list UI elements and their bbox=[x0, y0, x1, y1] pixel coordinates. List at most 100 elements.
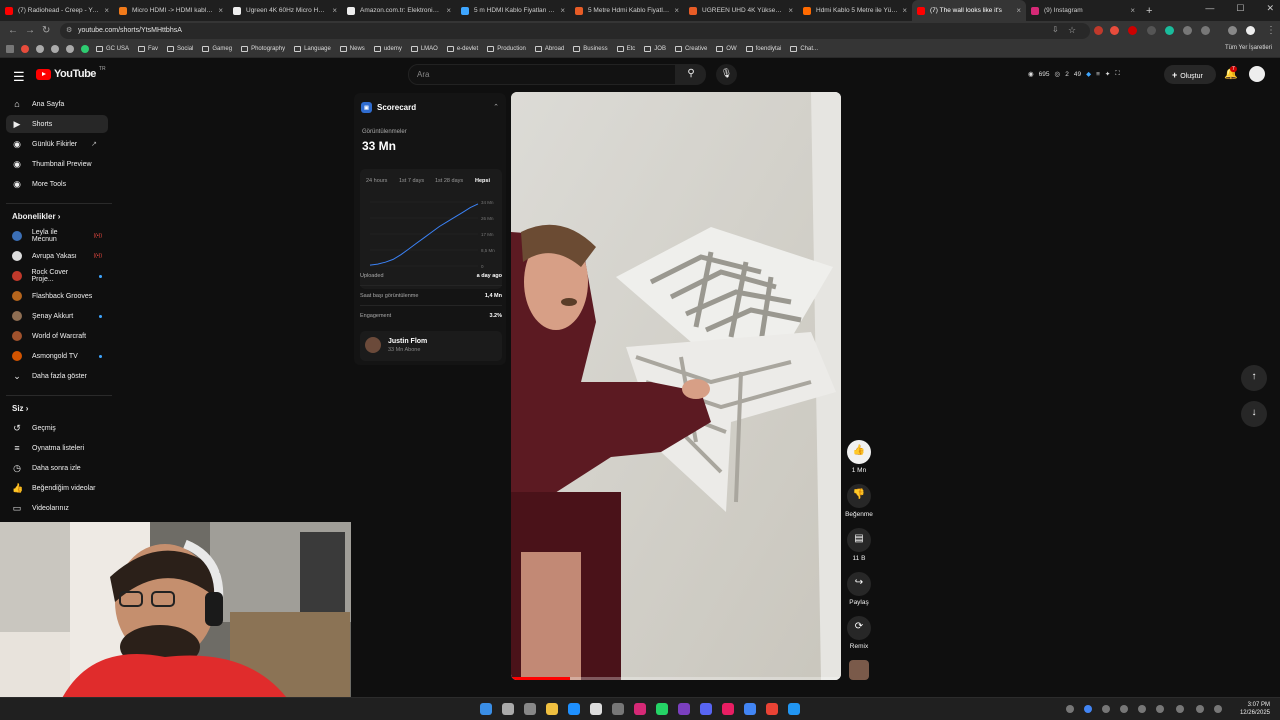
search-taskbar-icon[interactable] bbox=[502, 703, 514, 715]
bookmark-icon[interactable] bbox=[66, 45, 74, 53]
bookmark-item[interactable]: Gameg bbox=[202, 46, 232, 52]
bookmark-item[interactable]: Fav bbox=[138, 46, 158, 52]
subscriptions-heading[interactable]: Abonelikler › bbox=[12, 212, 60, 221]
avatar[interactable] bbox=[1249, 66, 1265, 82]
bookmark-item[interactable]: Language bbox=[294, 46, 331, 52]
close-tab-icon[interactable]: × bbox=[1130, 6, 1135, 15]
create-button[interactable]: + Oluştur bbox=[1164, 65, 1216, 84]
remix-button[interactable]: ⟳ Remix bbox=[847, 616, 871, 650]
search-input[interactable]: Ara bbox=[408, 64, 676, 85]
bookmark-item[interactable]: Abroad bbox=[534, 46, 564, 52]
hamburger-menu-icon[interactable]: ☰ bbox=[13, 69, 25, 85]
app-icon[interactable] bbox=[590, 703, 602, 715]
sidebar-item[interactable]: ⌂ Ana Sayfa bbox=[6, 95, 108, 113]
volume-icon[interactable] bbox=[1214, 705, 1222, 713]
browser-tab[interactable]: Amazon.com.tr: Elektronik, bilgisayar × bbox=[342, 0, 456, 21]
bookmark-item[interactable]: Business bbox=[573, 46, 608, 52]
sidebar-toggle-icon[interactable] bbox=[1228, 26, 1237, 35]
tools-icon[interactable]: ✦ bbox=[1105, 70, 1110, 78]
close-tab-icon[interactable]: × bbox=[902, 6, 907, 15]
close-tab-icon[interactable]: × bbox=[332, 6, 337, 15]
extension-stats[interactable]: ◉ 695 ◎ 2 49 ◆ ≡ ✦ ⛶ bbox=[1028, 70, 1120, 78]
tray-icon[interactable] bbox=[1156, 705, 1164, 713]
apps-icon[interactable] bbox=[6, 45, 14, 53]
bookmark-item[interactable]: Chat... bbox=[790, 46, 818, 52]
sidebar-item[interactable]: ↺ Geçmiş bbox=[6, 419, 108, 437]
video-progress-bar[interactable] bbox=[511, 677, 841, 680]
range-tab[interactable]: 1st 7 days bbox=[399, 178, 424, 184]
onenote-icon[interactable] bbox=[678, 703, 690, 715]
file-explorer-icon[interactable] bbox=[546, 703, 558, 715]
extension-icon[interactable] bbox=[1147, 26, 1156, 35]
bookmark-item[interactable]: Creative bbox=[674, 46, 707, 52]
browser-menu-icon[interactable]: ⋮ bbox=[1266, 25, 1276, 36]
install-icon[interactable]: ⇩ bbox=[1052, 25, 1059, 34]
bookmark-item[interactable]: JOB bbox=[644, 46, 666, 52]
search-icon[interactable]: ⚲ bbox=[676, 64, 706, 85]
youtube-logo[interactable]: YouTube TR bbox=[36, 66, 106, 80]
sidebar-item[interactable]: Asmongold TV bbox=[6, 347, 108, 365]
browser-tab[interactable]: UGREEN UHD 4K Yüksek Hızlı × bbox=[684, 0, 798, 21]
previous-short-arrow-icon[interactable]: ↑ bbox=[1241, 365, 1267, 391]
tray-icon[interactable] bbox=[1176, 705, 1184, 713]
whatsapp-icon[interactable] bbox=[656, 703, 668, 715]
profile-avatar-icon[interactable] bbox=[1246, 26, 1255, 35]
back-icon[interactable]: ← bbox=[8, 25, 18, 36]
bookmark-item[interactable]: e-devlet bbox=[446, 46, 478, 52]
minimize-icon[interactable]: — bbox=[1205, 3, 1214, 14]
bookmark-star-icon[interactable]: ☆ bbox=[1068, 25, 1076, 36]
chrome-icon[interactable] bbox=[744, 703, 756, 715]
app-icon[interactable] bbox=[788, 703, 800, 715]
close-tab-icon[interactable]: × bbox=[560, 6, 565, 15]
next-short-arrow-icon[interactable]: ↓ bbox=[1241, 401, 1267, 427]
sidebar-item[interactable]: ⌄ Daha fazla göster bbox=[6, 367, 108, 385]
browser-tab[interactable]: Ugreen 4K 60Hz Micro HDMI × bbox=[228, 0, 342, 21]
sidebar-item[interactable]: ▶ Shorts bbox=[6, 115, 108, 133]
share-button[interactable]: ↪ Paylaş bbox=[847, 572, 871, 606]
short-video-player[interactable] bbox=[511, 92, 841, 680]
task-view-icon[interactable] bbox=[524, 703, 536, 715]
list-icon[interactable]: ≡ bbox=[1096, 71, 1100, 78]
new-tab-button[interactable]: + bbox=[1146, 5, 1152, 17]
range-tab[interactable]: 24 hours bbox=[366, 178, 387, 184]
microphone-icon[interactable]: 🎙 bbox=[716, 64, 737, 85]
instagram-icon[interactable] bbox=[634, 703, 646, 715]
close-tab-icon[interactable]: × bbox=[104, 6, 109, 15]
sidebar-item[interactable]: ≡ Oynatma listeleri bbox=[6, 439, 108, 457]
forward-icon[interactable]: → bbox=[25, 25, 35, 36]
browser-tab[interactable]: 5 m HDMI Kablo Fiyatları | Epey× bbox=[456, 0, 570, 21]
site-info-icon[interactable]: ⚙ bbox=[66, 26, 72, 34]
bookmark-item[interactable]: GC USA bbox=[96, 46, 129, 52]
discord-icon[interactable] bbox=[700, 703, 712, 715]
tray-icon[interactable] bbox=[1102, 705, 1110, 713]
close-tab-icon[interactable]: × bbox=[446, 6, 451, 15]
like-button[interactable]: 👍 1 Mn bbox=[847, 440, 871, 474]
extensions-puzzle-icon[interactable] bbox=[1201, 26, 1210, 35]
sidebar-item[interactable]: Avrupa Yakası ((•)) bbox=[6, 247, 108, 265]
bookmark-icon[interactable] bbox=[81, 45, 89, 53]
close-tab-icon[interactable]: × bbox=[788, 6, 793, 15]
network-icon[interactable] bbox=[1196, 705, 1204, 713]
sound-thumbnail[interactable] bbox=[849, 660, 869, 680]
bookmark-icon[interactable] bbox=[21, 45, 29, 53]
browser-tab[interactable]: (7) Radiohead - Creep - YouTube × bbox=[0, 0, 114, 21]
sidebar-item[interactable]: ◉ Günlük Fikirler ↗ bbox=[6, 135, 108, 153]
bookmark-item[interactable]: News bbox=[339, 46, 365, 52]
all-bookmarks-folder[interactable]: Tüm Yer İşaretleri bbox=[1225, 45, 1272, 51]
maximize-icon[interactable]: ☐ bbox=[1236, 3, 1244, 14]
bookmark-item[interactable]: foendiytai bbox=[745, 46, 781, 52]
creator-card[interactable]: Justin Flom 33 Mn Abone bbox=[360, 331, 502, 361]
bookmark-item[interactable]: udemy bbox=[373, 46, 402, 52]
store-icon[interactable] bbox=[568, 703, 580, 715]
sidebar-item[interactable]: ◉ Thumbnail Preview bbox=[6, 155, 108, 173]
extension-icon[interactable] bbox=[1165, 26, 1174, 35]
sidebar-item[interactable]: Rock Cover Proje... bbox=[6, 267, 108, 285]
tray-chevron-icon[interactable] bbox=[1066, 705, 1074, 713]
close-tab-icon[interactable]: × bbox=[1016, 6, 1021, 15]
app-icon[interactable] bbox=[766, 703, 778, 715]
comments-button[interactable]: ▤ 11 B bbox=[847, 528, 871, 562]
extension-badge-icon[interactable]: ◆ bbox=[1086, 70, 1091, 78]
range-tab-selected[interactable]: Hepsi bbox=[475, 178, 490, 184]
browser-tab[interactable]: 5 Metre Hdmi Kablo Fiyatları × bbox=[570, 0, 684, 21]
bookmark-item[interactable]: LMAO bbox=[410, 46, 438, 52]
